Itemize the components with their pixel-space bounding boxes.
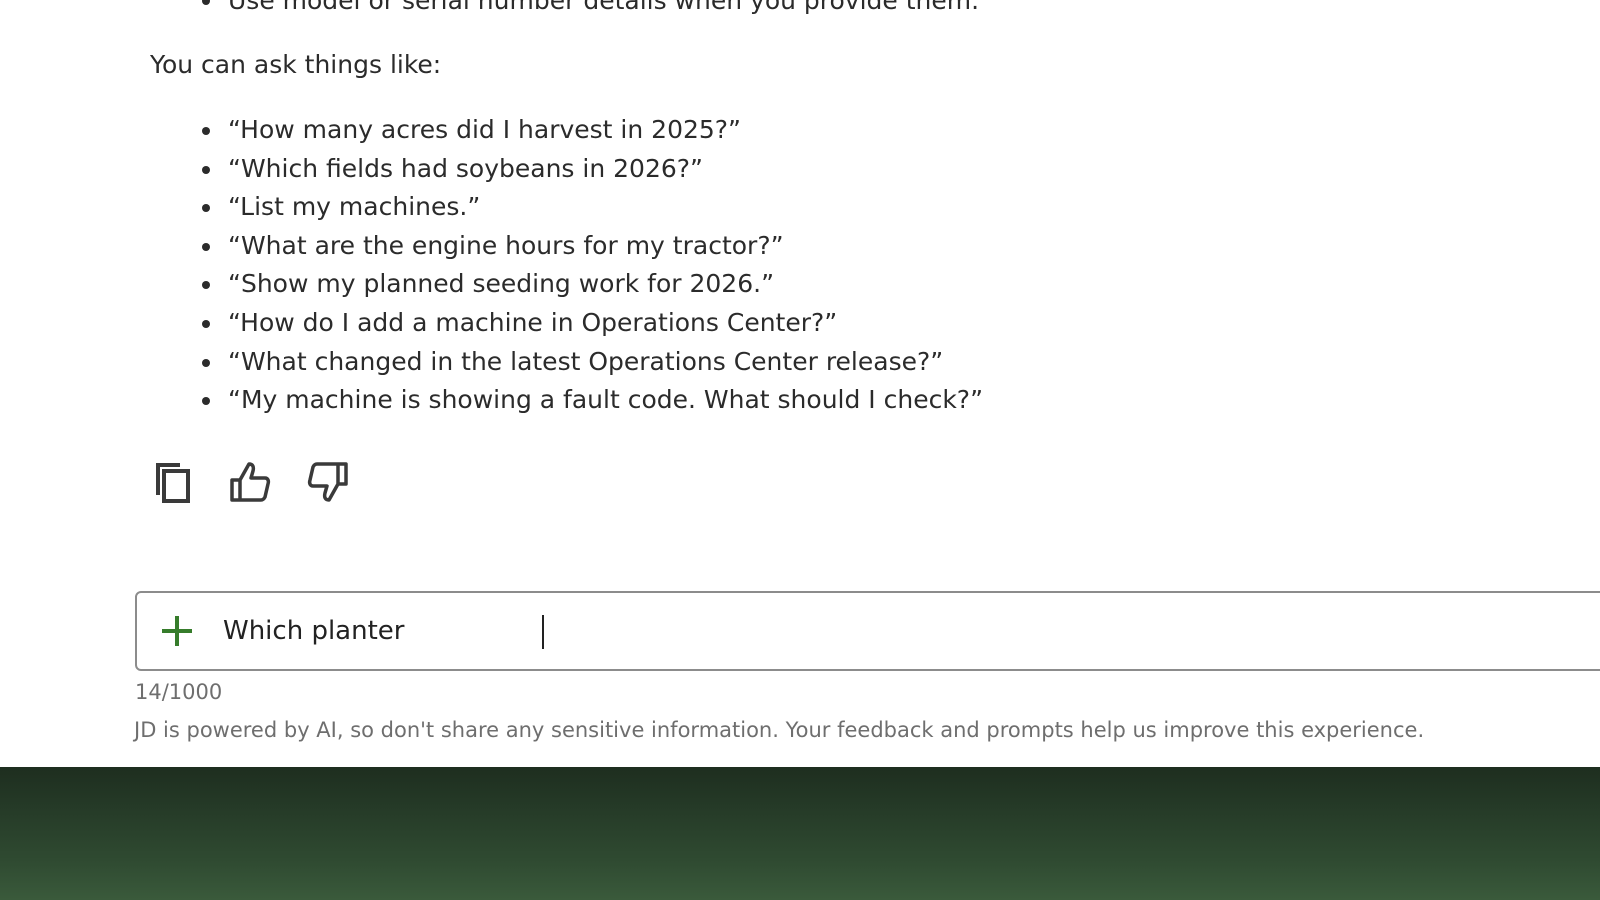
text-caret — [542, 615, 544, 649]
intro-text: You can ask things like: — [150, 50, 442, 79]
response-actions — [150, 458, 350, 506]
example-question: “What are the engine hours for my tracto… — [228, 230, 784, 260]
bullet-marker — [202, 0, 210, 5]
character-counter: 14/1000 — [135, 680, 223, 704]
thumbs-down-button[interactable] — [306, 458, 350, 506]
thumbs-up-button[interactable] — [228, 458, 272, 506]
bullet-marker — [202, 204, 210, 213]
example-question: “How many acres did I harvest in 2025?” — [228, 115, 742, 144]
background-band — [0, 767, 1600, 900]
bullet-marker — [202, 397, 210, 406]
bullet-marker — [202, 319, 210, 328]
example-question: “List my machines.” — [228, 192, 481, 222]
thumbs-up-icon — [230, 462, 271, 502]
prompt-composer — [135, 591, 1600, 671]
clipped-bullet-text: Use model or serial number details when … — [228, 0, 980, 15]
example-question: “My machine is showing a fault code. Wha… — [228, 385, 984, 415]
example-question: “Show my planned seeding work for 2026.” — [228, 269, 775, 299]
example-question: “Which fields had soybeans in 2026?” — [228, 153, 703, 183]
bullet-marker — [202, 281, 210, 290]
bullet-marker — [202, 242, 210, 251]
bullet-marker — [202, 358, 210, 367]
plus-icon — [162, 616, 192, 646]
copy-icon — [156, 463, 190, 503]
example-question: “How do I add a machine in Operations Ce… — [228, 307, 838, 337]
chat-transcript: Use model or serial number details when … — [0, 0, 1600, 767]
example-question: “What changed in the latest Operations C… — [228, 346, 944, 376]
bullet-marker — [202, 127, 210, 135]
thumbs-down-icon — [307, 462, 348, 502]
copy-button[interactable] — [150, 458, 194, 506]
bullet-marker — [202, 165, 210, 174]
add-attachment-button[interactable] — [157, 611, 197, 651]
ai-disclaimer: JD is powered by AI, so don't share any … — [134, 718, 1425, 742]
prompt-input[interactable] — [223, 607, 1583, 655]
